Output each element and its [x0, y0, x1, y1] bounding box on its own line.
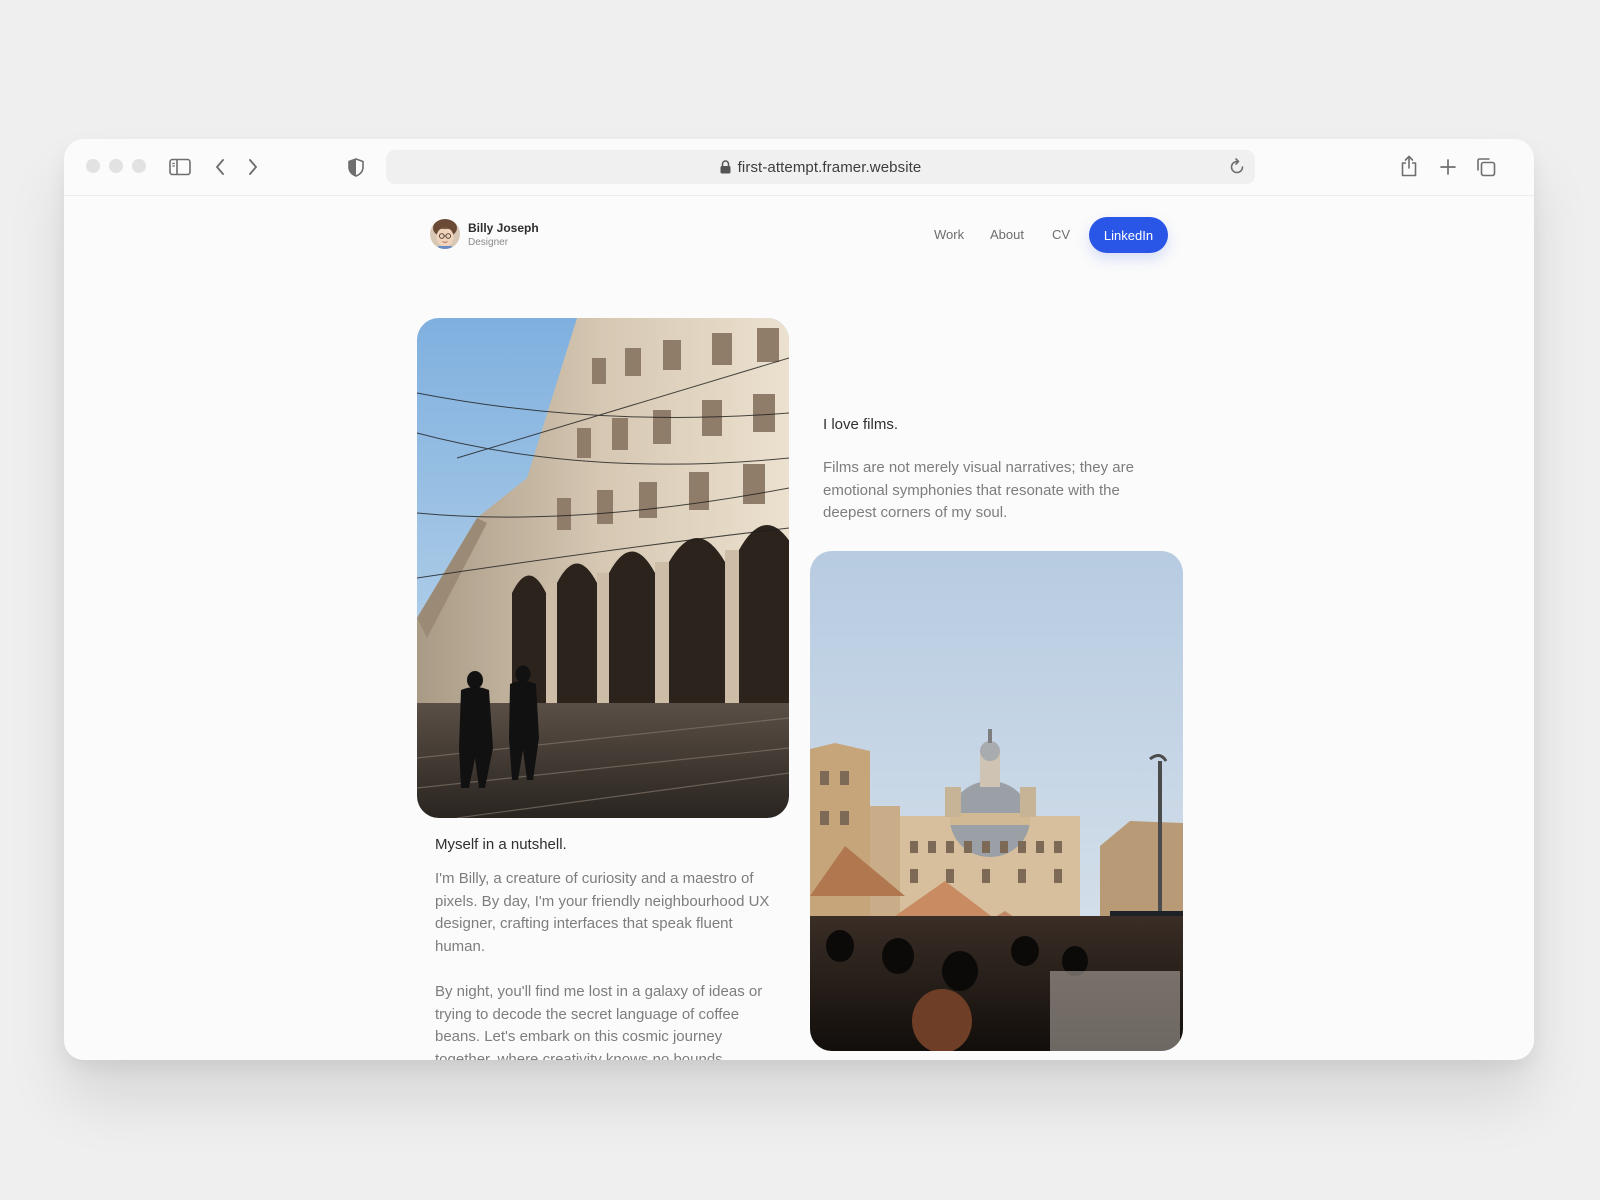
- share-icon[interactable]: [1397, 153, 1421, 179]
- tabs-overview-icon[interactable]: [1474, 155, 1498, 179]
- address-bar[interactable]: first-attempt.framer.website: [386, 150, 1255, 184]
- browser-window: first-attempt.framer.website Billy Josep…: [64, 139, 1534, 1060]
- window-zoom-dot[interactable]: [132, 159, 146, 173]
- avatar[interactable]: [430, 219, 460, 249]
- market-dome-photo: [810, 551, 1183, 1051]
- about-paragraph-1: I'm Billy, a creature of curiosity and a…: [435, 870, 770, 955]
- nav-link-cv[interactable]: CV: [1052, 227, 1070, 242]
- films-heading: I love films.: [823, 416, 899, 433]
- sidebar-toggle-icon[interactable]: [168, 155, 192, 179]
- window-close-dot[interactable]: [86, 159, 100, 173]
- chevron-left-icon[interactable]: [208, 155, 232, 179]
- linkedin-button[interactable]: LinkedIn: [1089, 217, 1168, 253]
- nav-link-about[interactable]: About: [990, 227, 1024, 242]
- about-paragraph-2: By night, you'll find me lost in a galax…: [435, 983, 763, 1060]
- nav-link-work[interactable]: Work: [934, 227, 964, 242]
- url-text: first-attempt.framer.website: [737, 158, 922, 176]
- reload-icon[interactable]: [1228, 158, 1246, 176]
- street-arcade-photo: [417, 318, 789, 818]
- profile-name[interactable]: Billy Joseph: [468, 221, 539, 235]
- browser-toolbar: first-attempt.framer.website: [64, 139, 1534, 196]
- shield-icon[interactable]: [344, 155, 368, 179]
- window-minimize-dot[interactable]: [109, 159, 123, 173]
- plus-icon[interactable]: [1436, 155, 1460, 179]
- chevron-right-icon[interactable]: [241, 155, 265, 179]
- films-paragraph: Films are not merely visual narratives; …: [823, 459, 1134, 521]
- profile-role: Designer: [468, 237, 509, 248]
- web-page: Billy Joseph Designer Work About CV Link…: [64, 196, 1534, 1060]
- lock-icon: [720, 160, 731, 174]
- about-heading: Myself in a nutshell.: [435, 836, 567, 853]
